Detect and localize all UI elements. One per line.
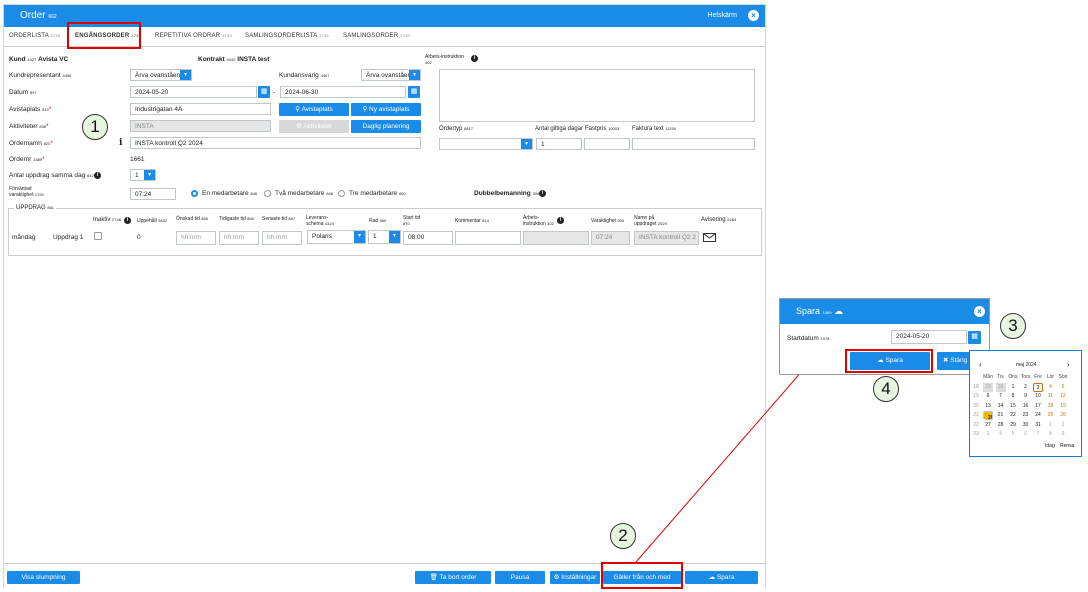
calendar-day[interactable]: 9 <box>1021 392 1031 401</box>
calendar-day[interactable]: 5 <box>1008 430 1018 439</box>
calendar-day[interactable]: 7 <box>1033 430 1043 439</box>
weekday-header: Fre <box>1034 374 1042 380</box>
calendar-day[interactable]: 11 <box>1046 392 1056 401</box>
idag-button[interactable]: Idag <box>1045 443 1055 449</box>
weekday-header: Mån <box>983 374 993 380</box>
calendar-day[interactable]: 1 <box>1008 383 1018 392</box>
week-number: 20 <box>973 402 979 409</box>
close-icon[interactable]: × <box>974 306 985 317</box>
rensa-button[interactable]: Rensa <box>1060 443 1074 449</box>
calendar-day[interactable]: 30 <box>1021 421 1031 430</box>
weekday-header: Lör <box>1046 374 1055 380</box>
prev-month-icon[interactable]: ‹ <box>979 360 982 369</box>
calendar-month[interactable]: maj 2024 <box>1016 362 1037 368</box>
calendar-day[interactable]: 24 <box>1033 411 1043 420</box>
calendar-day[interactable]: 26 <box>1058 411 1068 420</box>
next-month-icon[interactable]: › <box>1067 360 1070 369</box>
calendar-day[interactable]: 19 <box>1058 402 1068 411</box>
calendar-day[interactable]: 6 <box>1021 430 1031 439</box>
week-number: 21 <box>973 412 979 418</box>
calendar-day[interactable]: 8 <box>1046 430 1056 439</box>
calendar-day[interactable]: 6 <box>983 392 993 401</box>
close-icon: ✖ <box>943 357 949 364</box>
calendar-day[interactable]: 3 <box>983 430 993 439</box>
week-number: 18 <box>973 383 979 390</box>
calendar-day[interactable]: 9 <box>1058 430 1068 439</box>
calendar-day[interactable]: 23 <box>1021 411 1031 420</box>
calendar-day[interactable]: 25 <box>1046 411 1056 420</box>
calendar-day[interactable]: 4 <box>996 430 1006 439</box>
calendar-day[interactable]: 2 <box>1021 383 1031 392</box>
weekday-header: Tors <box>1020 374 1031 380</box>
calendar-day[interactable]: 5 <box>1058 383 1068 392</box>
calendar-day[interactable]: 4 <box>1046 383 1056 392</box>
calendar-day[interactable]: 20 <box>983 411 993 420</box>
popup-title: Spara 1069 ☁ <box>796 306 843 316</box>
calendar-day[interactable]: 3 <box>1033 382 1043 392</box>
calendar-day[interactable]: 16 <box>1021 402 1031 411</box>
annotation-arrows <box>635 336 997 563</box>
calendar-day[interactable]: 31 <box>1033 421 1043 430</box>
week-number: 22 <box>973 421 979 428</box>
weekday-header: Tis <box>997 374 1004 380</box>
calendar-day[interactable]: 27 <box>983 421 993 430</box>
calendar-day[interactable]: 14 <box>996 402 1006 411</box>
popup-header: Spara 1069 ☁ × <box>780 299 989 324</box>
week-number: 23 <box>973 431 979 437</box>
calendar-day[interactable]: 29 <box>983 382 993 392</box>
calendar-day[interactable]: 10 <box>1033 392 1043 401</box>
calendar-day[interactable]: 22 <box>1008 411 1018 420</box>
calendar-day[interactable]: 17 <box>1033 402 1043 411</box>
weekday-header: Sön <box>1058 374 1068 380</box>
calendar-day[interactable]: 8 <box>1008 392 1018 401</box>
weekday-header: Ons <box>1008 374 1018 380</box>
week-number: 19 <box>973 393 979 399</box>
startdatum-input[interactable]: 2024-05-20 <box>891 330 967 344</box>
calendar-day[interactable]: 18 <box>1046 402 1056 411</box>
calendar-day[interactable]: 15 <box>1008 402 1018 411</box>
calendar-day[interactable]: 29 <box>1008 421 1018 430</box>
calendar-day[interactable]: 12 <box>1058 392 1068 401</box>
arrow-to-popup <box>635 361 811 563</box>
calendar-day[interactable]: 28 <box>996 421 1006 430</box>
highlight-popup-spara <box>845 349 933 373</box>
startdatum-label: Startdatum 1078 <box>787 335 830 342</box>
calendar-day[interactable]: 2 <box>1058 421 1068 430</box>
calendar-icon[interactable]: ▦ <box>968 331 981 344</box>
calendar-day[interactable]: 1 <box>1046 421 1056 430</box>
calendar-day[interactable]: 7 <box>996 392 1006 401</box>
calendar-day[interactable]: 21 <box>996 411 1006 420</box>
calendar-day[interactable]: 30 <box>995 382 1006 392</box>
date-picker: ‹ maj 2024 › Mån Tis Ons Tors Fre Lör Sön 18 29 3… <box>969 350 1082 457</box>
calendar-day[interactable]: 13 <box>983 402 993 411</box>
